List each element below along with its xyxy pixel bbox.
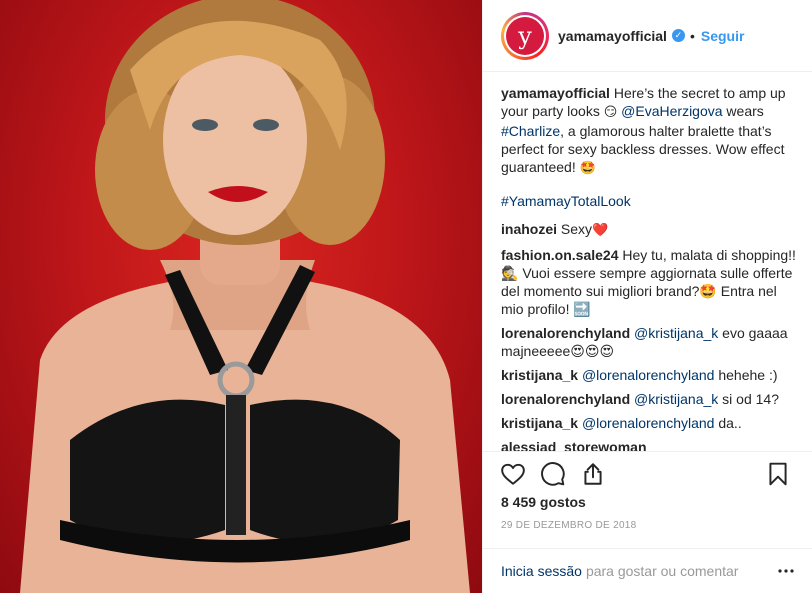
- verified-badge-icon: ✓: [671, 29, 685, 42]
- caption-hashtag[interactable]: #YamamayTotalLook: [501, 193, 631, 209]
- comment-item: alessiad_storewoman: [501, 438, 798, 451]
- comment-item: inahozei Sexy❤️: [501, 220, 798, 240]
- like-button[interactable]: [493, 454, 533, 494]
- likes-count[interactable]: 8 459 gostos: [501, 494, 586, 510]
- comment-item: fashion.on.sale24 Hey tu, malata di shop…: [501, 246, 798, 318]
- more-options-button[interactable]: [776, 561, 796, 581]
- comment-mention[interactable]: @lorenalorenchyland: [578, 367, 715, 383]
- comment-username[interactable]: kristijana_k: [501, 367, 578, 383]
- action-bar: [483, 451, 812, 495]
- comment-item: lorenalorenchyland @kristijana_k si od 1…: [501, 390, 798, 408]
- comment-username[interactable]: fashion.on.sale24: [501, 247, 618, 263]
- share-button[interactable]: [573, 454, 613, 494]
- comment-username[interactable]: inahozei: [501, 221, 557, 237]
- header-username[interactable]: yamamayofficial: [558, 28, 667, 44]
- caption-username[interactable]: yamamayofficial: [501, 85, 610, 101]
- comment-username[interactable]: alessiad_storewoman: [501, 439, 647, 451]
- caption-hashtag[interactable]: #Charlize: [501, 123, 560, 139]
- post-date[interactable]: 29 DE DEZEMBRO DE 2018: [501, 520, 637, 531]
- comment-item: kristijana_k @lorenalorenchyland hehehe …: [501, 366, 798, 384]
- comment-text: da..: [714, 415, 742, 431]
- caption: yamamayofficial Here’s the secret to amp…: [501, 84, 798, 210]
- comment-username[interactable]: kristijana_k: [501, 415, 578, 431]
- comment-mention[interactable]: @kristijana_k: [630, 391, 718, 407]
- comment-icon: [541, 461, 565, 486]
- separator-dot: •: [689, 27, 695, 44]
- bookmark-icon: [769, 462, 787, 485]
- comment-item: kristijana_k @lorenalorenchyland da..: [501, 414, 798, 432]
- avatar[interactable]: y: [501, 11, 549, 60]
- heart-icon: [501, 463, 525, 485]
- model-photo-illustration: [20, 0, 470, 593]
- comment-username[interactable]: lorenalorenchyland: [501, 325, 630, 341]
- share-icon: [584, 462, 602, 485]
- caption-emoji: 🤩: [579, 161, 596, 176]
- save-button[interactable]: [758, 454, 798, 494]
- avatar-logo: y: [506, 16, 544, 55]
- comment-item: lorenalorenchyland @kristijana_k evo gaa…: [501, 324, 798, 360]
- post-side-panel: y yamamayofficial ✓ • Seguir yamamayoffi…: [482, 0, 812, 593]
- comment-button[interactable]: [533, 454, 573, 494]
- comments-list[interactable]: yamamayofficial Here’s the secret to amp…: [501, 84, 798, 451]
- post-header: y yamamayofficial ✓ • Seguir: [483, 0, 812, 72]
- post-photo[interactable]: [0, 0, 482, 593]
- caption-emoji: 😏: [603, 105, 618, 120]
- follow-button[interactable]: Seguir: [701, 28, 745, 44]
- comment-text: si od 14?: [718, 391, 780, 407]
- login-prompt-text: para gostar ou comentar: [585, 563, 739, 579]
- more-icon: [778, 569, 794, 573]
- login-link[interactable]: Inicia sessão: [501, 563, 582, 579]
- comment-text: Sexy: [557, 221, 593, 237]
- comment-username[interactable]: lorenalorenchyland: [501, 391, 630, 407]
- instagram-post: y yamamayofficial ✓ • Seguir yamamayoffi…: [0, 0, 812, 593]
- login-footer: Inicia sessão para gostar ou comentar: [483, 548, 812, 593]
- comment-mention[interactable]: @kristijana_k: [630, 325, 718, 341]
- comment-emoji: ❤️: [592, 223, 609, 238]
- comment-text: hehehe :): [714, 367, 778, 383]
- comment-mention[interactable]: @lorenalorenchyland: [578, 415, 715, 431]
- caption-mention[interactable]: @EvaHerzigova: [621, 103, 722, 119]
- caption-text: wears: [722, 103, 764, 119]
